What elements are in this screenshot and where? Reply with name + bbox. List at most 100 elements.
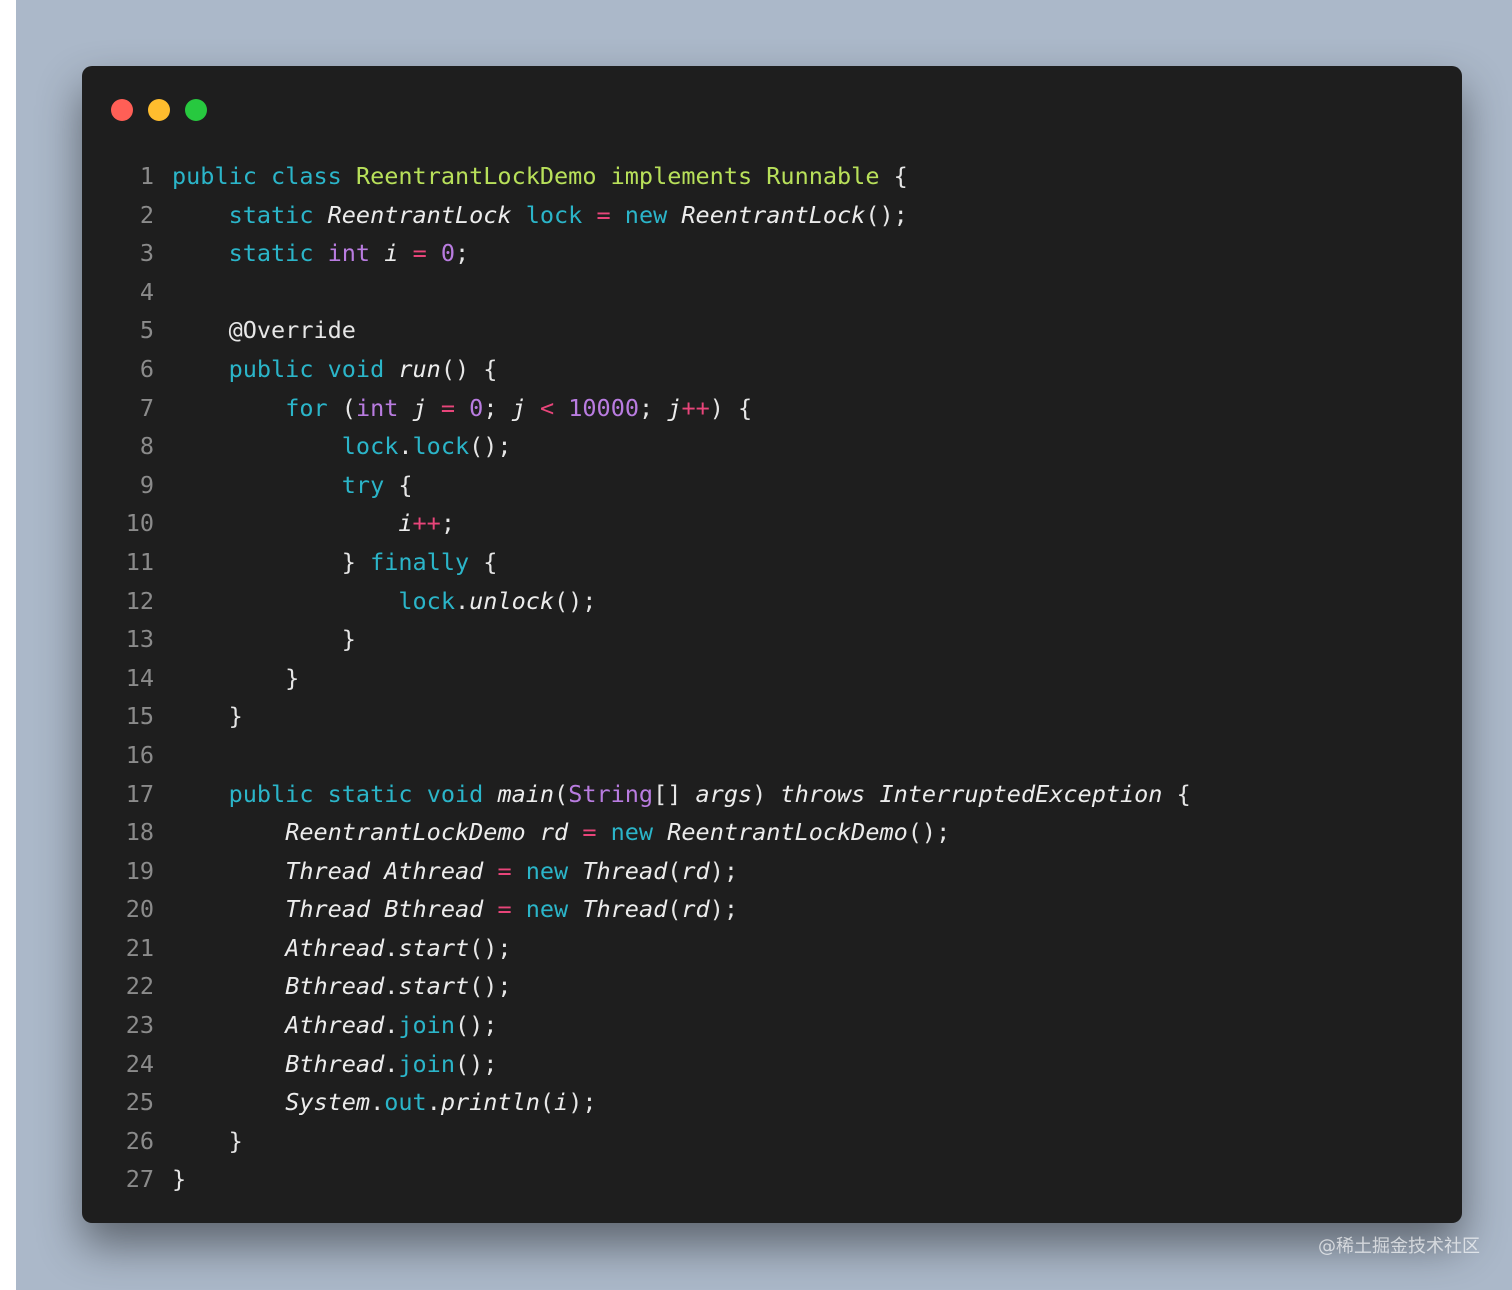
code-token: main: [497, 779, 555, 808]
code-token: <: [539, 393, 555, 422]
code-token: ++: [412, 509, 441, 538]
code-line: 2 static ReentrantLock lock = new Reentr…: [112, 196, 1442, 235]
code-token: try: [341, 470, 385, 499]
code-token: (: [667, 895, 682, 924]
code-text: }: [154, 697, 243, 736]
code-token: ();: [469, 933, 512, 962]
code-token: ;: [440, 509, 455, 538]
code-token: println: [440, 1088, 540, 1117]
maximize-dot-icon[interactable]: [185, 99, 207, 121]
code-line: 24 Bthread.join();: [112, 1045, 1442, 1084]
minimize-dot-icon[interactable]: [148, 99, 170, 121]
code-line: 13 }: [112, 620, 1442, 659]
code-token: .: [384, 933, 399, 962]
code-text: static int i = 0;: [154, 234, 470, 273]
code-line: 1 public class ReentrantLockDemo implemen…: [112, 157, 1442, 196]
code-token: public: [228, 779, 314, 808]
code-token: out: [384, 1088, 427, 1117]
code-token: );: [709, 895, 738, 924]
code-token: i: [554, 1088, 569, 1117]
code-token: @Override: [172, 316, 356, 345]
code-token: ();: [454, 1011, 498, 1040]
close-dot-icon[interactable]: [111, 99, 133, 121]
code-line: 20 Thread Bthread = new Thread(rd);: [112, 890, 1442, 929]
line-number: 10: [125, 509, 154, 538]
code-token: {: [1162, 779, 1191, 808]
code-line: 12 lock.unlock();: [112, 582, 1442, 621]
code-token: ReentrantLockDemo: [285, 818, 526, 847]
code-text: public class ReentrantLockDemo implement…: [154, 157, 908, 196]
code-token: ();: [554, 586, 597, 615]
code-text: Thread Athread = new Thread(rd);: [154, 852, 738, 891]
line-number: 9: [139, 470, 154, 499]
code-token: j: [511, 393, 526, 422]
code-token: new: [610, 818, 654, 847]
code-text: for (int j = 0; j < 10000; j++) {: [154, 389, 752, 428]
code-text: Athread.start();: [154, 929, 512, 968]
code-line: 21 Athread.start();: [112, 929, 1442, 968]
line-number: 2: [139, 200, 154, 229]
line-number: 6: [139, 354, 154, 383]
code-token: {: [469, 547, 498, 576]
code-token: (: [327, 393, 356, 422]
code-token: );: [709, 856, 738, 885]
code-token: lock: [412, 432, 470, 461]
code-token: void: [327, 354, 385, 383]
code-token: ;: [483, 393, 512, 422]
code-token: .: [384, 1011, 399, 1040]
code-token: args: [695, 779, 753, 808]
code-token: start: [398, 933, 470, 962]
line-number: 5: [139, 316, 154, 345]
code-token: start: [398, 972, 470, 1001]
code-token: i: [384, 239, 399, 268]
code-token: j: [412, 393, 427, 422]
code-token: =: [412, 239, 427, 268]
line-number: 20: [125, 895, 154, 924]
code-token: .: [384, 972, 399, 1001]
code-line: 15 }: [112, 697, 1442, 736]
code-text: ReentrantLockDemo rd = new ReentrantLock…: [154, 813, 950, 852]
code-text: @Override: [154, 311, 356, 350]
code-token: static: [228, 200, 314, 229]
code-token: implements: [610, 162, 753, 190]
code-token: []: [653, 779, 696, 808]
code-text: static ReentrantLock lock = new Reentran…: [154, 196, 908, 235]
code-token: }: [172, 625, 356, 654]
code-text: public void run() {: [154, 350, 498, 389]
line-number: 1: [139, 162, 154, 190]
code-token: int: [355, 393, 399, 422]
code-token: i: [398, 509, 413, 538]
code-text: }: [154, 1122, 243, 1161]
code-line: 6 public void run() {: [112, 350, 1442, 389]
code-token: ();: [454, 1049, 498, 1078]
code-token: 0: [469, 393, 484, 422]
code-token: .: [398, 432, 413, 461]
